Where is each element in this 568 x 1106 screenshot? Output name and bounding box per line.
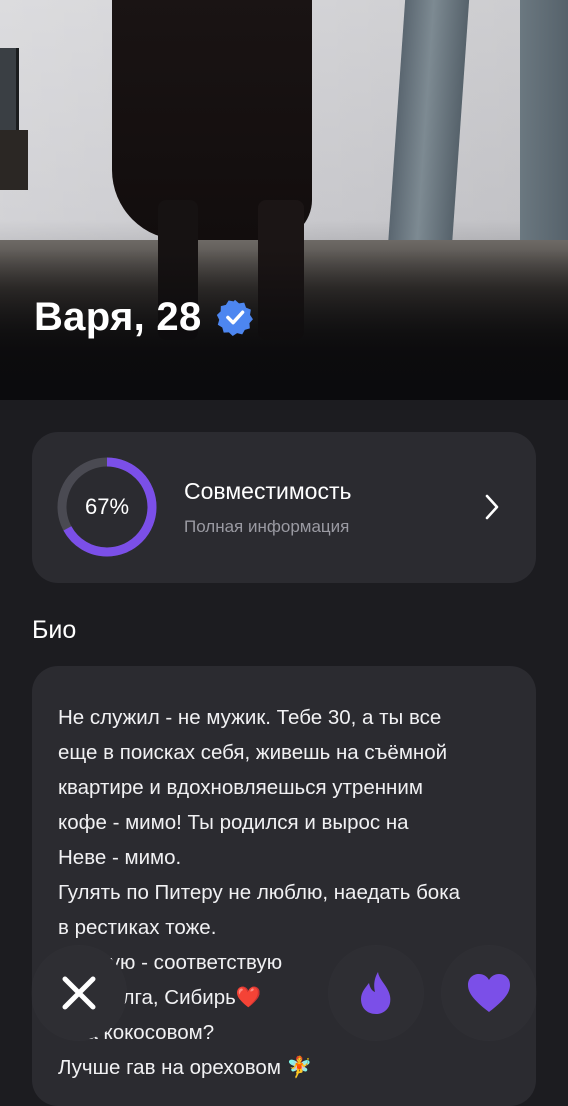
bio-card: Не служил - не мужик. Тебе 30, а ты все … xyxy=(32,666,536,1106)
photo-ledge xyxy=(0,130,28,190)
boost-button[interactable] xyxy=(329,946,423,1040)
bio-line: квартире и вдохновляешься утренним xyxy=(58,776,423,799)
verified-badge-icon xyxy=(216,298,254,336)
photo-window-frame xyxy=(0,48,19,138)
bio-heading: Био xyxy=(32,616,77,644)
bio-text: Не служил - не мужик. Тебе 30, а ты все … xyxy=(58,700,518,1085)
profile-name-age: Варя, 28 xyxy=(34,294,202,339)
compatibility-title: Совместимость xyxy=(184,478,352,504)
compatibility-card[interactable]: 67% Совместимость Полная информация xyxy=(32,432,536,583)
compatibility-subtitle: Полная информация xyxy=(184,517,350,536)
compatibility-percent: 67% xyxy=(84,494,130,519)
compatibility-text: Совместимость Полная информация xyxy=(184,478,351,537)
dismiss-button[interactable] xyxy=(32,946,126,1040)
bio-line: кофе - мимо! Ты родился и вырос на xyxy=(58,811,409,834)
bio-line: на кокосовом? xyxy=(58,1021,215,1044)
bio-line: Гулять по Питеру не люблю, наедать бока xyxy=(58,881,461,904)
bio-line: в рестиках тоже. xyxy=(58,916,217,939)
bio-line: Не служил - не мужик. Тебе 30, а ты все xyxy=(58,706,442,729)
bio-line: еще в поисках себя, живешь на съёмной xyxy=(58,741,448,764)
bio-line: Неве - мимо. xyxy=(58,846,182,869)
close-icon xyxy=(62,976,96,1010)
compatibility-ring: 67% xyxy=(54,454,160,560)
chevron-right-icon[interactable] xyxy=(484,493,500,521)
flame-icon xyxy=(361,972,391,1014)
like-button[interactable] xyxy=(442,946,536,1040)
profile-name-row: Варя, 28 xyxy=(34,292,254,342)
heart-icon xyxy=(468,974,510,1012)
